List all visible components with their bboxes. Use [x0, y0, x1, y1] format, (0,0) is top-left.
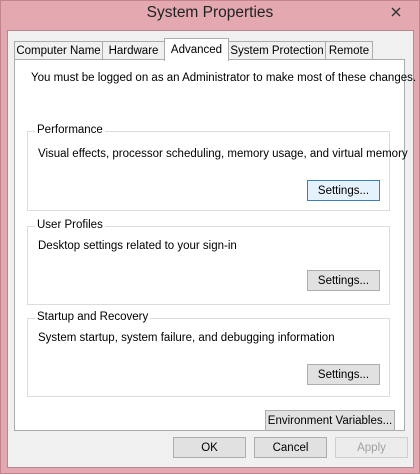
performance-group-title: Performance — [35, 124, 105, 136]
performance-settings-button[interactable]: Settings... — [307, 180, 380, 201]
tab-remote[interactable]: Remote — [325, 41, 373, 59]
environment-variables-button[interactable]: Environment Variables... — [265, 410, 395, 431]
tab-system-protection[interactable]: System Protection — [228, 41, 326, 59]
close-icon — [391, 7, 401, 17]
advanced-tab-panel: You must be logged on as an Administrato… — [14, 59, 416, 431]
ok-button[interactable]: OK — [173, 437, 246, 458]
window-title: System Properties — [146, 4, 274, 21]
user-profiles-group-title: User Profiles — [35, 219, 105, 231]
tab-hardware[interactable]: Hardware — [102, 41, 165, 59]
tab-computer-name[interactable]: Computer Name — [14, 41, 103, 59]
startup-recovery-settings-button[interactable]: Settings... — [307, 364, 380, 385]
startup-recovery-group: Startup and Recovery System startup, sys… — [27, 311, 390, 397]
tab-advanced[interactable]: Advanced — [164, 38, 229, 61]
apply-button[interactable]: Apply — [335, 437, 408, 458]
performance-group: Performance Visual effects, processor sc… — [27, 124, 408, 211]
user-profiles-description: Desktop settings related to your sign-in — [38, 240, 237, 252]
dialog-client-area: Computer Name Hardware Advanced System P… — [7, 30, 416, 468]
close-button[interactable] — [379, 2, 413, 22]
performance-description: Visual effects, processor scheduling, me… — [38, 148, 408, 160]
startup-recovery-group-title: Startup and Recovery — [35, 311, 151, 323]
user-profiles-group: User Profiles Desktop settings related t… — [27, 219, 390, 305]
cancel-button[interactable]: Cancel — [254, 437, 327, 458]
user-profiles-settings-button[interactable]: Settings... — [307, 270, 380, 291]
admin-notice: You must be logged on as an Administrato… — [31, 72, 417, 84]
startup-recovery-description: System startup, system failure, and debu… — [38, 332, 335, 344]
